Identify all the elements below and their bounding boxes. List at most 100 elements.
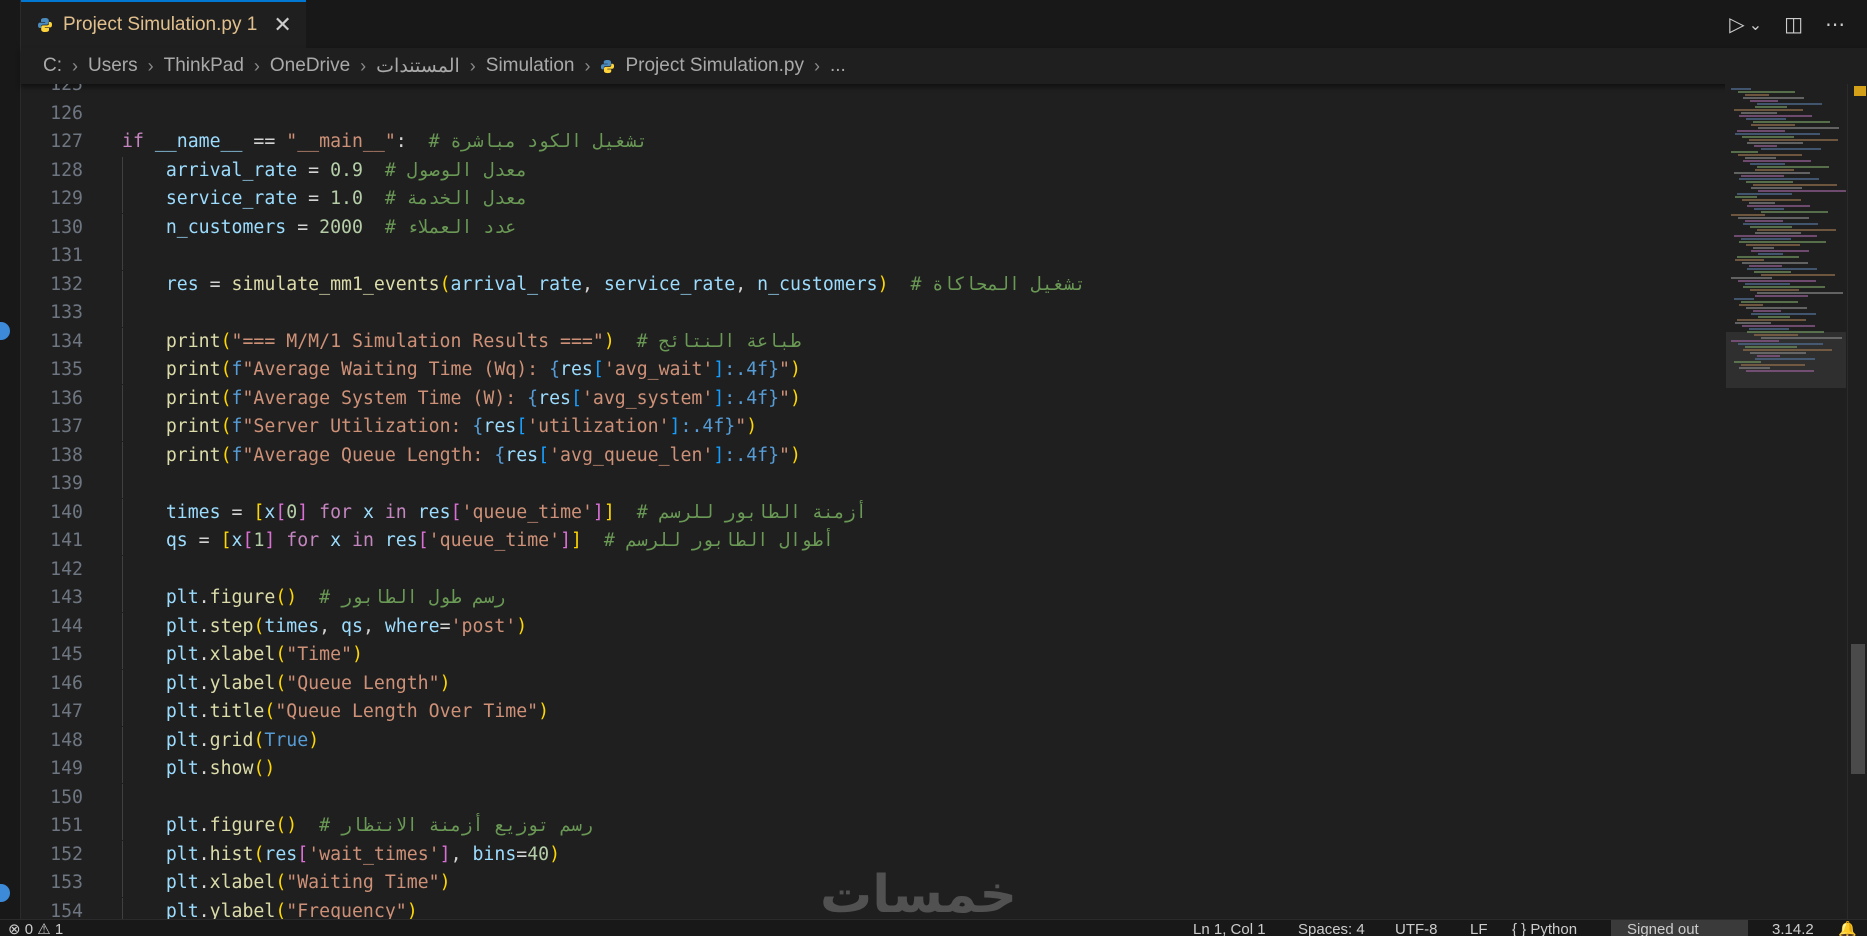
python-version[interactable]: 3.14.2 (1772, 922, 1814, 936)
breadcrumb-item[interactable]: C: (43, 55, 62, 77)
breadcrumb-item[interactable]: Project Simulation.py (625, 55, 803, 77)
code-line[interactable]: 135 print(f"Average Waiting Time (Wq): {… (21, 356, 1721, 384)
minimap-line (1746, 370, 1814, 372)
code-line[interactable]: 139 (21, 470, 1721, 498)
python-file-icon (601, 59, 615, 73)
line-number: 146 (50, 672, 83, 694)
notifications-icon[interactable]: 🔔 (1838, 922, 1857, 936)
code-line[interactable]: 140 times = [x[0] for x in res['queue_ti… (21, 498, 1721, 527)
code-line[interactable]: 147 plt.title("Queue Length Over Time") (21, 698, 1721, 726)
problems-indicator[interactable]: ⊗ 0 ⚠ 1 (8, 922, 63, 936)
code-line[interactable]: 145 plt.xlabel("Time") (21, 641, 1721, 669)
code-token: xlabel (209, 644, 276, 665)
account-status[interactable]: Signed out (1611, 920, 1748, 936)
breadcrumb-item[interactable]: ThinkPad (164, 55, 244, 77)
minimap-line (1754, 208, 1784, 210)
encoding[interactable]: UTF-8 (1395, 922, 1438, 936)
close-tab-icon[interactable]: ✕ (273, 13, 291, 38)
code-token: 1.0 (330, 188, 363, 209)
code-line[interactable]: 151 plt.figure() # رسم توزيع أزمنة الانت… (21, 812, 1721, 840)
chevron-right-icon: › (72, 55, 78, 76)
code-token: ( (275, 644, 287, 665)
code-line[interactable]: 142 (21, 555, 1721, 584)
code-token: simulate_mm1_events (231, 273, 440, 295)
code-line[interactable]: 133 (21, 299, 1721, 327)
code-line[interactable]: 149 plt.show() (21, 755, 1721, 783)
code-token: plt (165, 701, 199, 722)
code-token: ( (220, 416, 232, 437)
edit-marker-icon[interactable] (0, 322, 10, 340)
line-ending[interactable]: LF (1470, 922, 1488, 936)
code-line[interactable]: 128 arrival_rate = 0.9 # معدل الوصول (21, 156, 1721, 185)
code-token: ) (308, 729, 320, 751)
code-editor[interactable]: 125 126 127 if __name__ == "__main__": # تش… (21, 84, 1725, 919)
code-line[interactable]: 132 res = simulate_mm1_events(arrival_ra… (21, 270, 1721, 299)
minimap-line (1761, 148, 1821, 150)
line-number: 141 (50, 530, 83, 551)
code-line[interactable]: 148 plt.grid(True) (21, 726, 1721, 755)
breadcrumb-item[interactable]: Users (88, 55, 138, 77)
code-line[interactable]: 141 qs = [x[1] for x in res['queue_time'… (21, 527, 1721, 555)
minimap-line (1750, 163, 1785, 165)
code-line[interactable]: 136 print(f"Average System Time (W): {re… (21, 384, 1721, 413)
code-token: . (198, 587, 210, 608)
edit-marker-icon[interactable] (0, 884, 10, 902)
indentation[interactable]: Spaces: 4 (1298, 922, 1365, 936)
language-mode[interactable]: { } Python (1512, 922, 1577, 936)
minimap-line (1741, 175, 1784, 177)
code-line[interactable]: 126 (21, 100, 1721, 128)
line-number: 154 (50, 900, 83, 920)
code-line[interactable]: 146 plt.ylabel("Queue Length") (21, 669, 1721, 698)
code-line[interactable]: 127 if __name__ == "__main__": # تشغيل ال… (21, 128, 1721, 156)
code-token: { (527, 387, 539, 409)
minimap[interactable] (1725, 84, 1847, 919)
code-token: ( (220, 387, 232, 409)
breadcrumb-item[interactable]: Simulation (486, 55, 575, 77)
code-token: "Frequency" (286, 900, 407, 920)
vertical-scrollbar[interactable] (1847, 84, 1867, 919)
code-line[interactable]: 134 print("=== M/M/1 Simulation Results … (21, 327, 1721, 356)
minimap-line (1743, 223, 1818, 225)
code-text: plt.figure() # رسم طول الطابور (122, 584, 505, 612)
breadcrumb-item[interactable]: OneDrive (270, 55, 350, 77)
scrollbar-thumb[interactable] (1851, 644, 1865, 774)
line-number: 136 (50, 387, 83, 409)
code-line[interactable]: 150 (21, 783, 1721, 812)
breadcrumb-item[interactable]: ... (830, 55, 846, 77)
minimap-line (1735, 196, 1757, 198)
minimap-line (1745, 94, 1769, 96)
code-token: 'avg_queue_len' (549, 444, 714, 466)
code-token: ( (220, 359, 232, 380)
code-line[interactable]: 143 plt.figure() # رسم طول الطابور (21, 584, 1721, 612)
code-token: ] (713, 387, 725, 409)
code-line[interactable]: 130 n_customers = 2000 # عدد العملاء (21, 213, 1721, 242)
code-line[interactable]: 129 service_rate = 1.0 # معدل الخدمة (21, 185, 1721, 213)
minimap-line (1747, 331, 1824, 333)
code-line[interactable]: 137 print(f"Server Utilization: {res['ut… (21, 413, 1721, 441)
run-icon[interactable]: ▷ (1729, 12, 1744, 36)
code-token: step (209, 615, 254, 637)
code-token: " (779, 444, 790, 466)
code-line[interactable]: 138 print(f"Average Queue Length: {res['… (21, 441, 1721, 470)
code-token: , (450, 843, 473, 865)
chevron-down-icon[interactable]: ⌄ (1749, 15, 1762, 34)
code-line[interactable]: 131 (21, 242, 1721, 270)
minimap-line (1750, 289, 1799, 291)
code-line[interactable]: 144 plt.step(times, qs, where='post') (21, 612, 1721, 641)
breadcrumb-item[interactable]: المستندات (376, 55, 460, 78)
cursor-position[interactable]: Ln 1, Col 1 (1193, 922, 1266, 936)
more-actions-icon[interactable]: ⋯ (1825, 12, 1845, 36)
minimap-line (1741, 112, 1777, 114)
line-number: 128 (50, 159, 83, 181)
code-line[interactable]: 125 (21, 84, 1721, 99)
code-token: 'queue_time' (428, 530, 561, 551)
line-number: 145 (50, 644, 83, 665)
split-editor-icon[interactable]: ◫ (1784, 12, 1803, 36)
tab-project-simulation[interactable]: Project Simulation.py 1 ✕ (21, 0, 306, 48)
minimap-line (1757, 103, 1822, 105)
status-bar: ⊗ 0 ⚠ 1 Ln 1, Col 1 Spaces: 4 UTF-8 LF {… (0, 919, 1867, 936)
